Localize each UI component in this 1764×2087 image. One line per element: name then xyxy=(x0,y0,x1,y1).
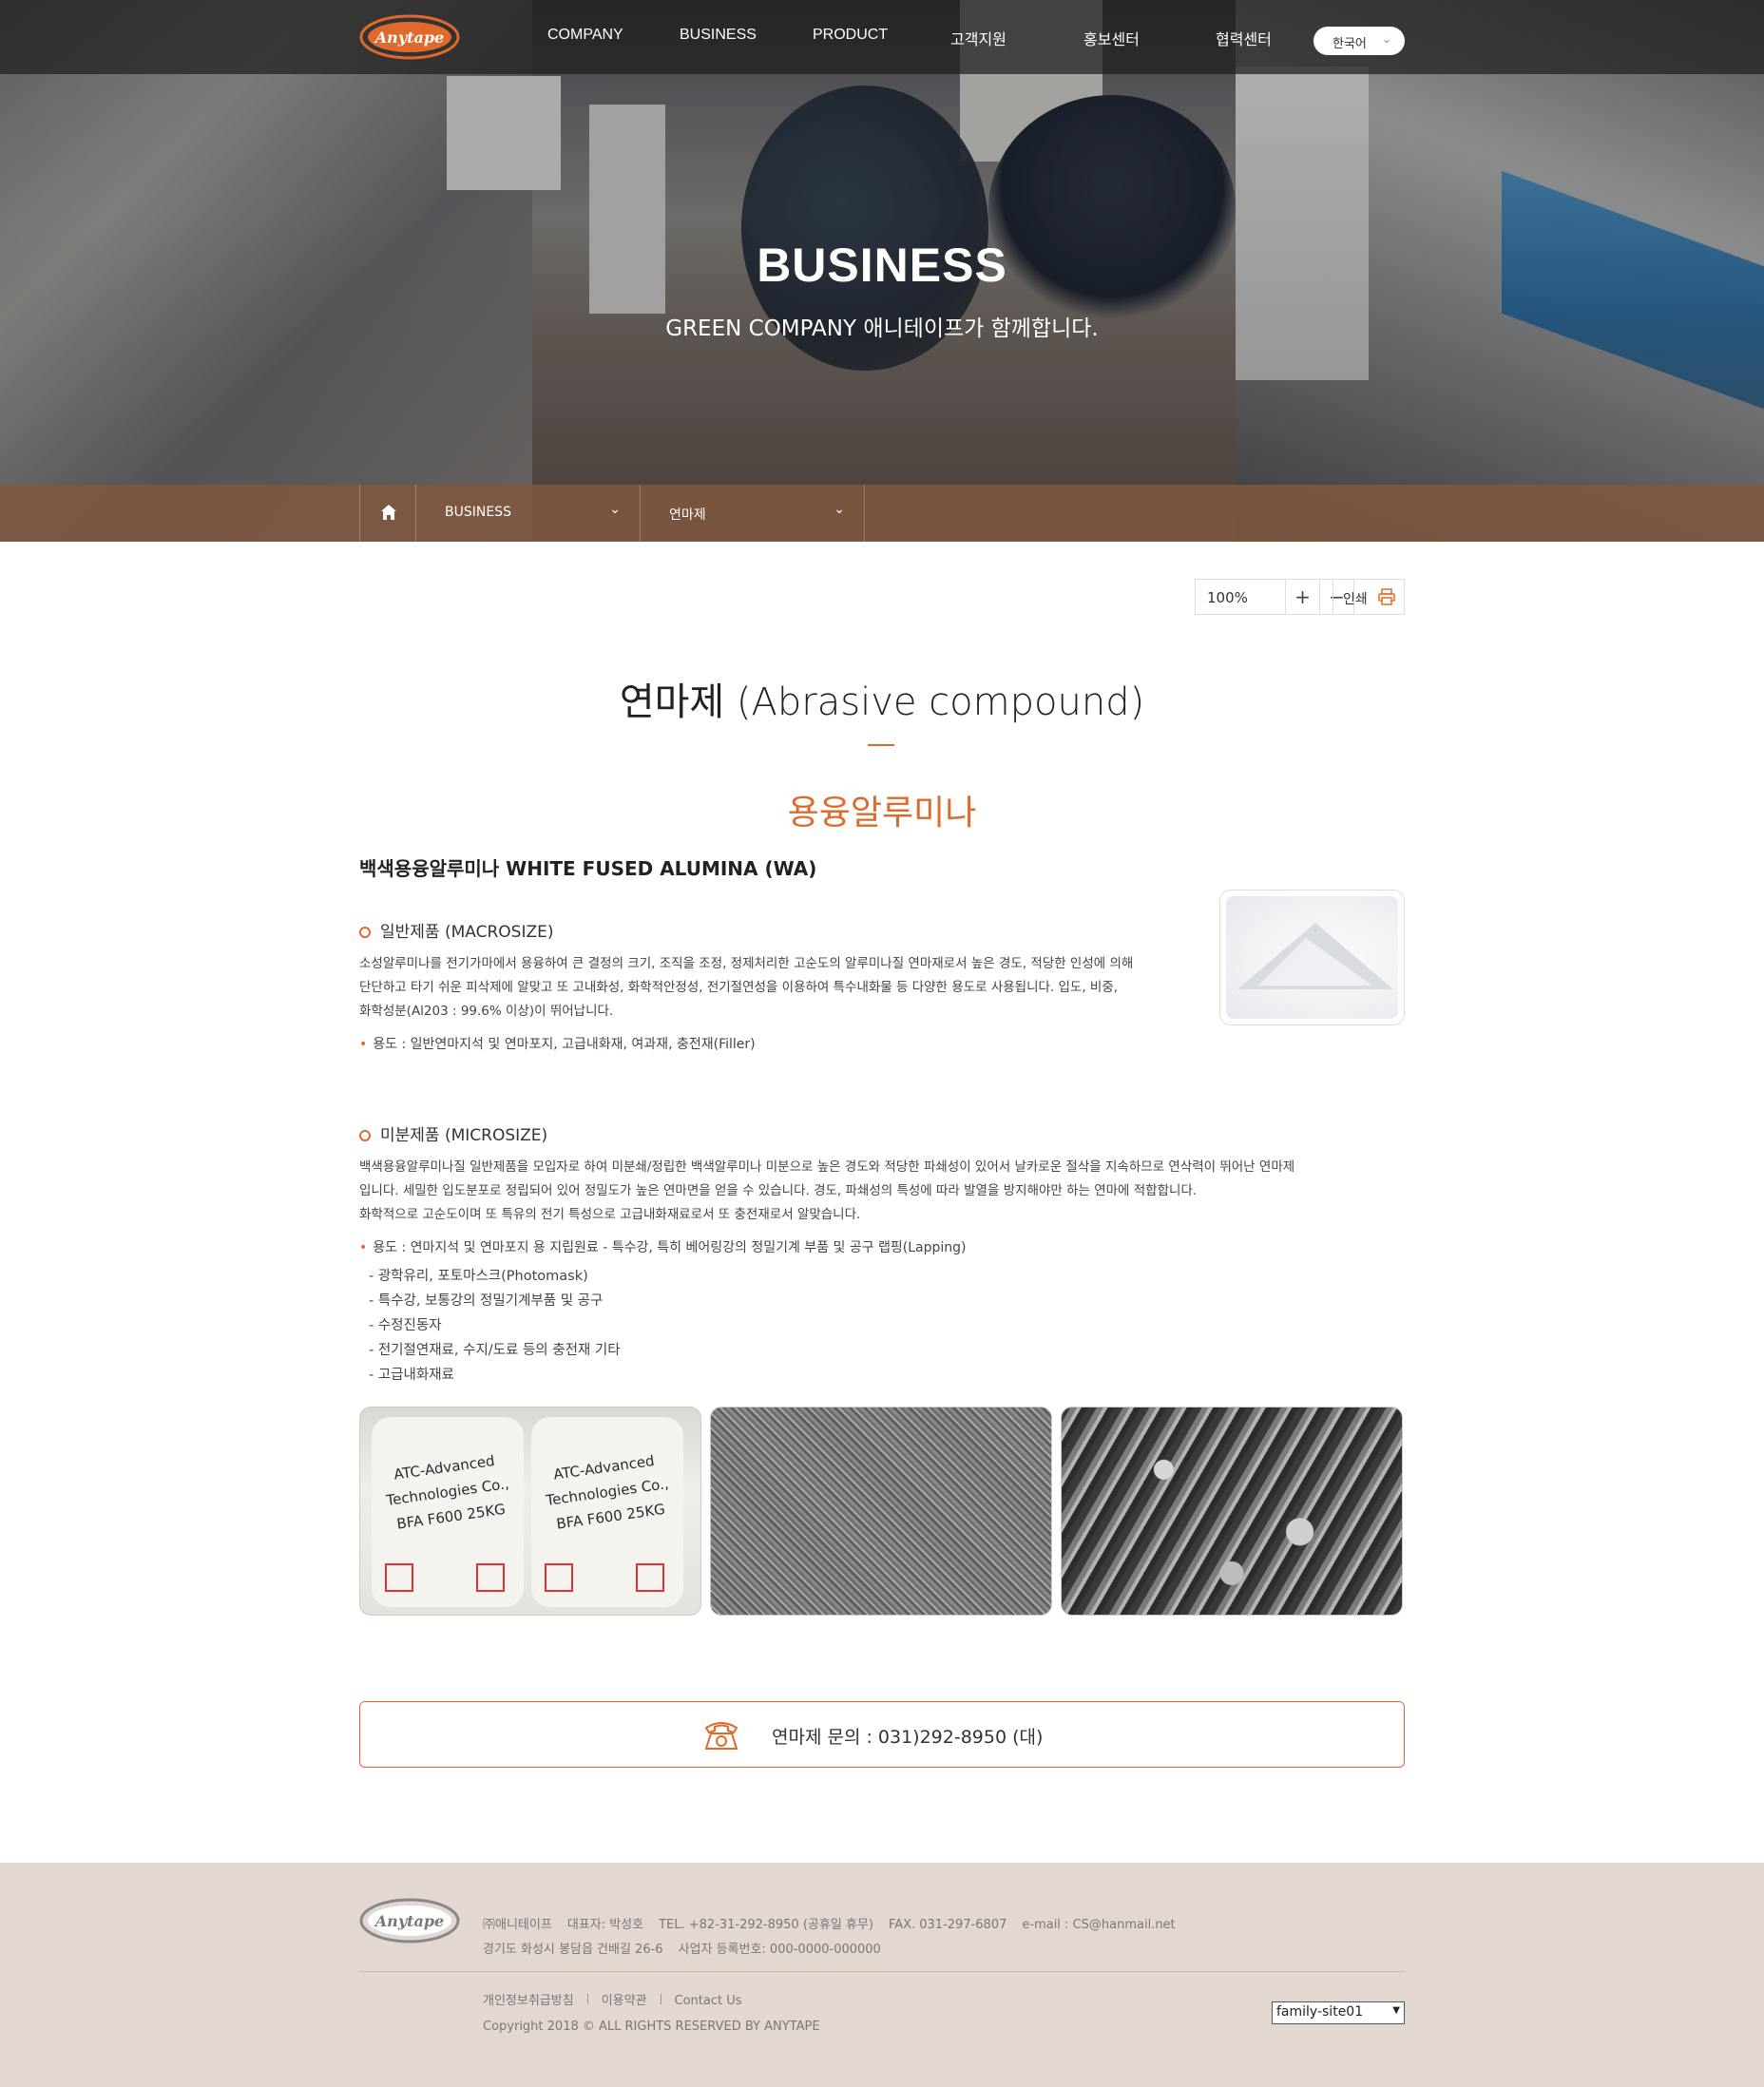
macro-usage: • 용도 : 일반연마지석 및 연마포지, 고급내화재, 여과재, 충전재(Fil… xyxy=(359,1037,756,1052)
title-divider xyxy=(868,744,894,746)
nav-support[interactable]: 고객지원 xyxy=(950,27,1007,49)
breadcrumb-level1-select[interactable]: BUSINESS ⌄ xyxy=(416,485,641,542)
language-label: 한국어 xyxy=(1333,37,1367,51)
circle-bullet-icon xyxy=(359,1130,371,1141)
section-title: 용융알루미나 xyxy=(787,794,977,833)
hero-banner: BUSINESS GREEN COMPANY 애니테이프가 함께합니다. xyxy=(0,0,1764,542)
nav-company[interactable]: COMPANY xyxy=(547,27,623,44)
list-item: - 전기절연재료, 수지/도료 등의 충전재 기타 xyxy=(369,1343,621,1358)
chevron-down-icon: ⌄ xyxy=(1381,32,1391,46)
page-title: 연마제 (Abrasive compound) xyxy=(619,680,1145,724)
micrograph-coarse-photo xyxy=(1061,1407,1403,1616)
product-title: 백색용융알루미나 WHITE FUSED ALUMINA (WA) xyxy=(359,857,817,880)
terms-link[interactable]: 이용약관 xyxy=(602,1994,647,2008)
contact-text: 연마제 문의 : 031)292-8950 (대) xyxy=(772,1727,1044,1748)
copyright: Copyright 2018 © ALL RIGHTS RESERVED BY … xyxy=(483,2020,820,2034)
footer-logo: Anytape xyxy=(359,1898,460,1943)
nav-pr-center[interactable]: 홍보센터 xyxy=(1083,27,1140,49)
chevron-down-icon: ⌄ xyxy=(834,502,845,517)
breadcrumb-level2-select[interactable]: 연마제 ⌄ xyxy=(641,485,865,542)
telephone-icon xyxy=(704,1722,738,1750)
nav-business[interactable]: BUSINESS xyxy=(680,27,757,44)
micro-usage-list: - 광학유리, 포토마스크(Photomask) - 특수강, 보통강의 정밀기… xyxy=(369,1264,621,1388)
product-bags-photo: ATC-Advanced Technologies Co., BFA F600 … xyxy=(359,1407,701,1616)
footer-company-info: ㈜애니테이프 대표자: 박성호 TEL. +82-31-292-8950 (공휴일 … xyxy=(483,1918,1176,1932)
macro-description: 소성알루미나를 전기가마에서 용융하여 큰 결정의 크기, 조직을 조정, 정제… xyxy=(359,956,1134,1019)
product-thumbnail xyxy=(1219,890,1405,1025)
footer-divider xyxy=(359,1971,1405,1972)
family-site-select[interactable]: family-site01 ▼ xyxy=(1272,2001,1405,2024)
breadcrumb-home[interactable] xyxy=(359,485,416,542)
contact-box: 연마제 문의 : 031)292-8950 (대) xyxy=(359,1701,1405,1768)
print-label: 인쇄 xyxy=(1343,592,1368,607)
breadcrumb: BUSINESS ⌄ 연마제 ⌄ xyxy=(0,485,1764,542)
list-item: - 광학유리, 포토마스크(Photomask) xyxy=(369,1269,588,1284)
language-select[interactable]: 한국어 ⌄ xyxy=(1313,27,1405,55)
breadcrumb-level1-label: BUSINESS xyxy=(445,505,511,520)
micrograph-fine-photo xyxy=(710,1407,1052,1616)
site-footer: Anytape ㈜애니테이프 대표자: 박성호 TEL. +82-31-292-89… xyxy=(0,1863,1764,2087)
micro-description: 백색용융알루미나질 일반제품을 모입자로 하여 미분쇄/정립한 백색알루미나 미… xyxy=(359,1159,1295,1222)
micro-heading: 미분제품 (MICROSIZE) xyxy=(359,1121,547,1145)
micro-usage: • 용도 : 연마지석 및 연마포지 용 지립원료 - 특수강, 특히 베어링강의… xyxy=(359,1240,967,1255)
nav-partner-center[interactable]: 협력센터 xyxy=(1216,27,1272,49)
printer-icon xyxy=(1378,588,1395,605)
contact-us-link[interactable]: Contact Us xyxy=(675,1994,742,2008)
list-item: - 수정진동자 xyxy=(369,1318,442,1333)
footer-logo-text: Anytape xyxy=(374,1912,444,1930)
zoom-level: 100% xyxy=(1195,579,1286,615)
privacy-policy-link[interactable]: 개인정보취급방침 xyxy=(483,1994,574,2008)
breadcrumb-level2-label: 연마제 xyxy=(669,507,706,523)
anytape-logo[interactable]: Anytape xyxy=(358,13,461,61)
home-icon xyxy=(381,505,396,520)
circle-bullet-icon xyxy=(359,927,371,938)
hero-title: BUSINESS xyxy=(757,239,1007,292)
list-item: - 특수강, 보통강의 정밀기계부품 및 공구 xyxy=(369,1293,604,1309)
list-item: - 고급내화재료 xyxy=(369,1368,454,1383)
zoom-in-button[interactable]: + xyxy=(1286,579,1320,615)
footer-address: 경기도 화성시 봉담읍 건배길 26-6 사업자 등록번호: 000-0000-0… xyxy=(483,1943,881,1957)
print-button[interactable]: 인쇄 xyxy=(1333,579,1405,615)
macro-heading: 일반제품 (MACROSIZE) xyxy=(359,918,553,942)
site-header: Anytape COMPANY BUSINESS PRODUCT 고객지원 홍보… xyxy=(0,0,1764,74)
hero-subtitle: GREEN COMPANY 애니테이프가 함께합니다. xyxy=(665,316,1099,341)
footer-links: 개인정보취급방침 이용약관 Contact Us xyxy=(483,1990,742,2008)
chevron-down-icon: ⌄ xyxy=(609,502,621,517)
nav-product[interactable]: PRODUCT xyxy=(813,27,888,44)
logo-text: Anytape xyxy=(374,29,444,47)
chevron-down-icon: ▼ xyxy=(1392,2005,1400,2016)
